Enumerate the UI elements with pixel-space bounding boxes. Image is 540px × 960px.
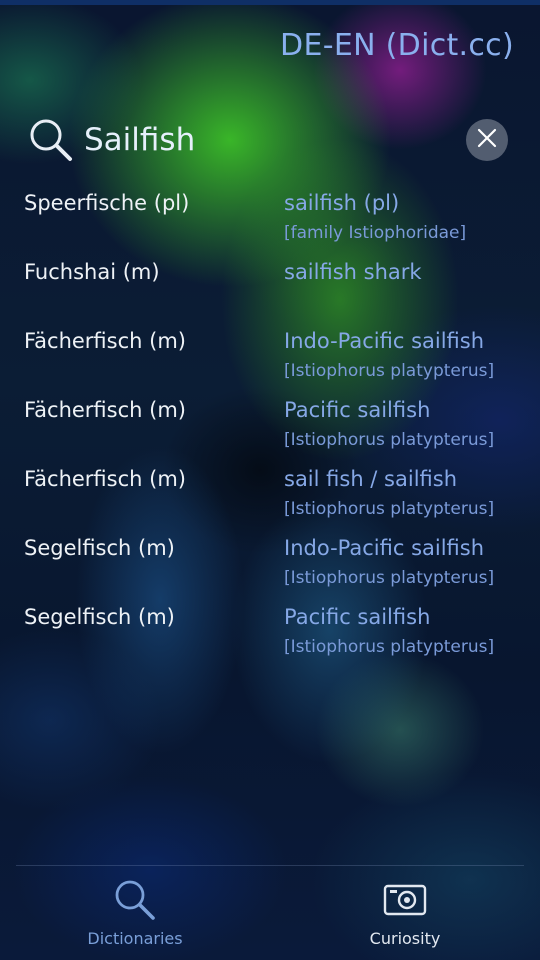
english-translation: Pacific sailfish [284,605,431,629]
search-input[interactable] [84,118,444,162]
translation-note: [Istiophorus platypterus] [284,361,495,381]
german-term: Fächerfisch (m) [24,398,186,422]
english-translation: sailfish shark [284,260,422,284]
results-list: Speerfische (pl) sailfish (pl) [family I… [0,188,540,671]
search-icon [35,878,235,922]
result-row[interactable]: Segelfisch (m) Pacific sailfish [Istioph… [0,602,540,671]
search-icon [28,117,74,163]
german-term: Fächerfisch (m) [24,329,186,353]
german-term: Speerfische (pl) [24,191,190,215]
translation-note: [Istiophorus platypterus] [284,637,495,657]
page-title: DE-EN (Dict.cc) [280,28,514,63]
tab-dictionaries[interactable]: Dictionaries [35,872,235,954]
result-row[interactable]: Fächerfisch (m) Indo-Pacific sailfish [I… [0,326,540,395]
result-row[interactable]: Fächerfisch (m) sail fish / sailfish [Is… [0,464,540,533]
english-translation: Indo-Pacific sailfish [284,536,485,560]
translation-note: [Istiophorus platypterus] [284,568,495,588]
result-row[interactable]: Fächerfisch (m) Pacific sailfish [Istiop… [0,395,540,464]
translation-note: [Istiophorus platypterus] [284,430,495,450]
result-row[interactable]: Fuchshai (m) sailfish shark [0,257,540,326]
search-row [28,110,510,170]
english-translation: Pacific sailfish [284,398,431,422]
close-icon [477,128,497,152]
english-translation: Indo-Pacific sailfish [284,329,485,353]
clear-search-button[interactable] [466,119,508,161]
tab-label: Curiosity [369,929,441,948]
result-row[interactable]: Speerfische (pl) sailfish (pl) [family I… [0,188,540,257]
german-term: Fächerfisch (m) [24,467,186,491]
tab-curiosity[interactable]: Curiosity [305,872,505,954]
tab-label: Dictionaries [87,929,183,948]
camera-icon [305,878,505,922]
english-translation: sail fish / sailfish [284,467,458,491]
tab-bar-divider [16,865,524,866]
german-term: Fuchshai (m) [24,260,160,284]
app-screen: DE-EN (Dict.cc) Speerfische (pl) sailfis… [0,0,540,960]
result-row[interactable]: Segelfisch (m) Indo-Pacific sailfish [Is… [0,533,540,602]
german-term: Segelfisch (m) [24,536,175,560]
english-translation: sailfish (pl) [284,191,400,215]
translation-note: [Istiophorus platypterus] [284,499,495,519]
translation-note: [family Istiophoridae] [284,223,467,243]
status-bar-strip [0,0,540,5]
german-term: Segelfisch (m) [24,605,175,629]
